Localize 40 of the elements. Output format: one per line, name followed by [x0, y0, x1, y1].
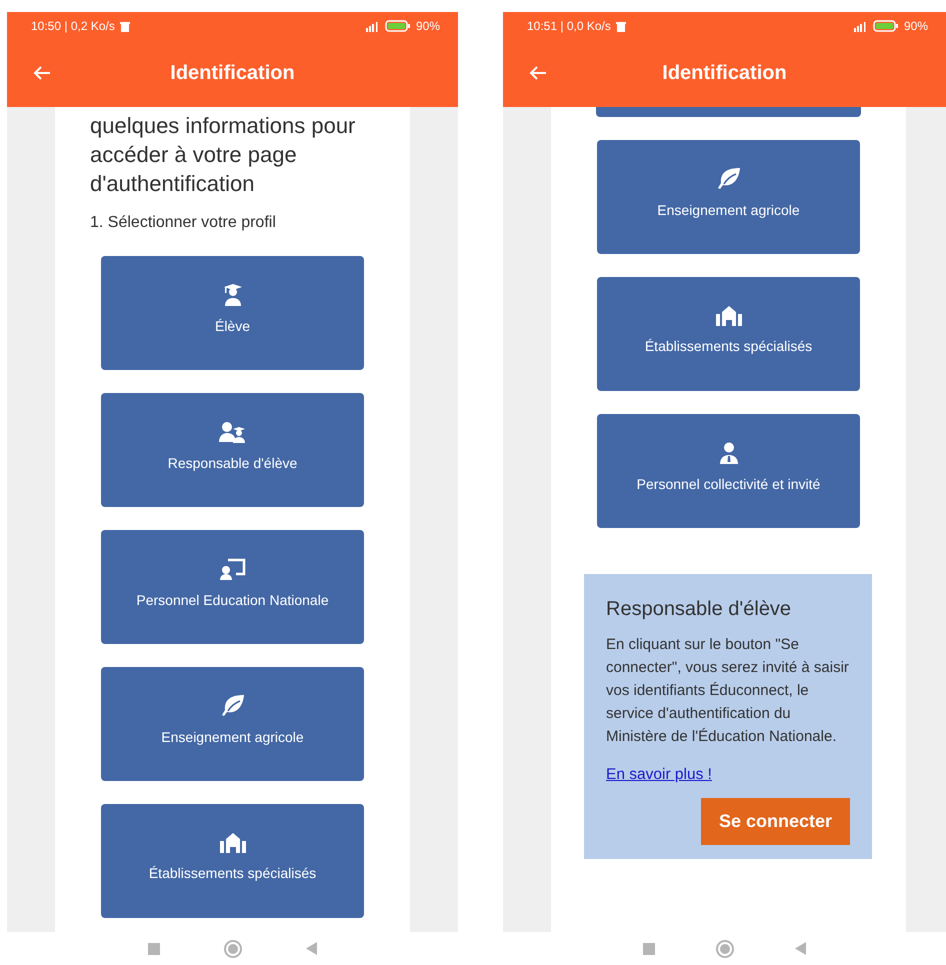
profile-button[interactable]: Établissements spécialisés — [101, 804, 364, 918]
trash-icon — [120, 20, 130, 32]
building-icon — [220, 833, 246, 853]
profile-button[interactable]: Enseignement agricole — [101, 667, 364, 781]
back-arrow-icon[interactable] — [529, 65, 547, 81]
info-title: Responsable d'élève — [606, 598, 792, 621]
profile-button[interactable]: Enseignement agricole — [597, 140, 860, 254]
connect-button[interactable]: Se connecter — [700, 798, 850, 845]
back-icon[interactable] — [306, 942, 317, 955]
info-text: En cliquant sur le bouton "Se connecter", vous serez invité à saisir vos identifiants Éduconnect, le service d'authentification du Ministère de l'Éducation Nationale. — [606, 635, 850, 747]
profile-button[interactable]: Établissements spécialisés — [597, 277, 860, 391]
battery-level: 90% — [416, 19, 440, 33]
recent-apps-icon[interactable] — [643, 942, 655, 954]
recent-apps-icon[interactable] — [148, 942, 160, 954]
person-icon — [718, 442, 738, 464]
back-arrow-icon[interactable] — [33, 65, 51, 81]
profile-button[interactable]: Personnel collectivité et invité — [597, 414, 860, 528]
battery-level: 90% — [904, 19, 928, 33]
battery-icon — [384, 20, 411, 32]
graduate-icon — [222, 284, 242, 306]
users-icon — [218, 421, 246, 443]
building-icon — [716, 306, 742, 326]
intro-heading: quelques informations pour accéder à votre page d'authentification — [89, 112, 356, 198]
battery-icon — [872, 20, 899, 32]
trash-icon — [616, 20, 626, 32]
step-label: 1. Sélectionner votre profil — [89, 213, 277, 232]
screen-title: Identification — [170, 62, 295, 85]
status-time: 10:50 | 0,2 Ko/s — [31, 19, 115, 33]
profile-button[interactable]: Personnel Education Nationale — [101, 530, 364, 644]
profile-button[interactable]: Élève — [101, 256, 364, 370]
status-time: 10:51 | 0,0 Ko/s — [527, 19, 611, 33]
home-icon[interactable] — [222, 938, 243, 958]
leaf-icon — [718, 168, 740, 190]
back-icon[interactable] — [795, 942, 806, 955]
home-icon[interactable] — [715, 938, 735, 958]
teacher-board-icon — [220, 558, 246, 580]
screen-title: Identification — [662, 62, 787, 85]
learn-more-link[interactable]: En savoir plus ! — [606, 766, 712, 784]
leaf-icon — [222, 695, 244, 717]
profile-button[interactable]: Responsable d'élève — [101, 393, 364, 507]
